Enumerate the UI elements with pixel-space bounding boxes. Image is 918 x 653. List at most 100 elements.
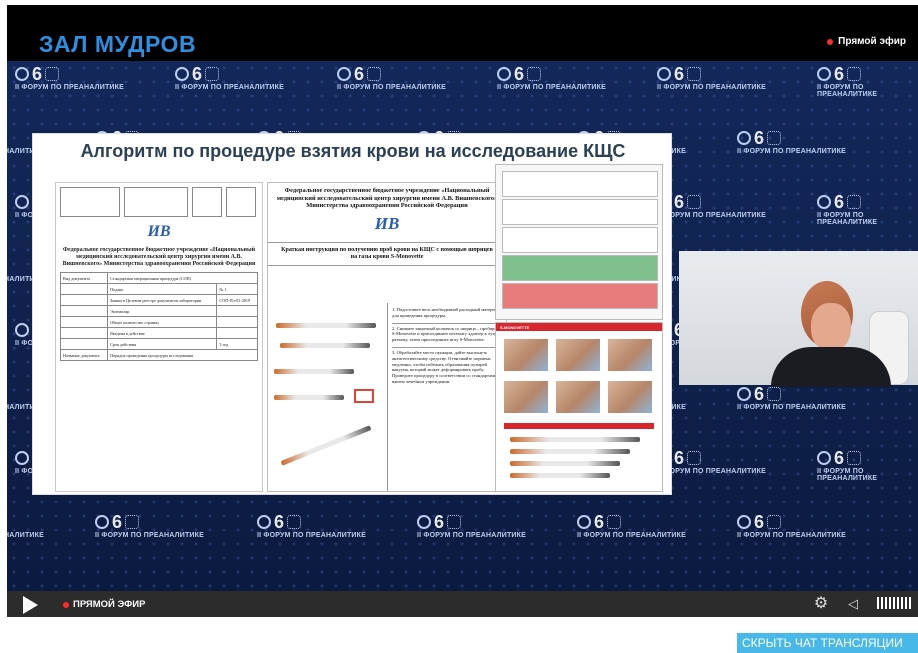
ornament-icon bbox=[687, 195, 702, 209]
emblem-icon bbox=[417, 515, 431, 529]
volume-slider[interactable] bbox=[877, 597, 911, 609]
ornament-icon bbox=[767, 131, 782, 145]
table-cell bbox=[59, 283, 109, 295]
congress-number: 6 bbox=[354, 64, 365, 84]
chart-row-red bbox=[502, 283, 658, 309]
instruction-illustrations bbox=[268, 303, 388, 491]
live-dot-icon bbox=[63, 601, 69, 608]
congress-logo-tile: 6II ФОРУМ ПО ПРЕАНАЛИТИКЕ bbox=[15, 64, 124, 91]
procedure-photo bbox=[556, 339, 600, 371]
emblem-icon bbox=[817, 451, 831, 465]
hide-chat-button[interactable]: СКРЫТЬ ЧАТ ТРАНСЛЯЦИИ bbox=[737, 633, 918, 653]
emblem-icon bbox=[817, 67, 831, 81]
table-cell bbox=[59, 327, 109, 339]
congress-number: 6 bbox=[32, 64, 43, 84]
table-row: Срок действия 3 год bbox=[59, 338, 258, 350]
congress-number: 6 bbox=[514, 64, 525, 84]
table-cell: Стандартная операционная процедура (СОП) bbox=[107, 272, 258, 284]
chart-row bbox=[502, 199, 658, 225]
congress-logo-tile: 6II ФОРУМ ПО ПРЕАНАЛИТИКЕ bbox=[737, 512, 846, 539]
syringe-illustration bbox=[280, 343, 370, 348]
s-monovette-leaflet: S-MONOVETTE bbox=[495, 322, 663, 492]
instruction-step: 1. Подготовьте весь необходимый расходны… bbox=[392, 305, 504, 324]
play-icon[interactable] bbox=[23, 596, 38, 614]
ornament-icon bbox=[527, 67, 542, 81]
instruction-logo: ИВ bbox=[374, 213, 400, 233]
congress-logo-tile: 6II ФОРУМ ПО ПРЕАНАЛИТИКЕ bbox=[657, 65, 766, 91]
live-indicator-top: Прямой эфир bbox=[827, 36, 906, 47]
procedure-photo bbox=[608, 339, 652, 371]
gear-icon[interactable]: ⚙ bbox=[813, 596, 829, 612]
live-indicator-bottom: ПРЯМОЙ ЭФИР bbox=[63, 599, 145, 610]
forum-label: II ФОРУМ ПО ПРЕАНАЛИТИКЕ bbox=[7, 532, 44, 539]
instruction-step: 2. Снимите защитный колпачок со шприца –… bbox=[392, 324, 504, 348]
table-cell: Заявка в Целевом реестре документов лабо… bbox=[107, 294, 218, 306]
ornament-icon bbox=[45, 67, 60, 81]
congress-number: 6 bbox=[674, 448, 685, 468]
instruction-text: 1. Подготовьте весь необходимый расходны… bbox=[388, 303, 508, 491]
slide-title: Алгоритм по процедуре взятия крови на ис… bbox=[80, 141, 626, 161]
table-row: Общее количество страниц bbox=[59, 316, 258, 328]
congress-logo-tile: 6II ФОРУМ ПО ПРЕАНАЛИТИКЕ bbox=[817, 449, 918, 482]
table-cell: СОП-Пл-01-2019 bbox=[216, 294, 258, 306]
congress-logo-tile: 6II ФОРУМ ПО ПРЕАНАЛИТИКЕ bbox=[817, 192, 918, 226]
congress-number: 6 bbox=[674, 192, 685, 212]
table-cell: Введена в действие bbox=[107, 327, 218, 339]
ornament-icon bbox=[287, 515, 302, 529]
chart-row-green bbox=[502, 255, 658, 281]
speaker-face bbox=[811, 303, 851, 351]
table-cell: Срок действия bbox=[107, 338, 218, 350]
congress-number: 6 bbox=[834, 192, 845, 212]
syringe-illustration bbox=[510, 437, 640, 442]
congress-number: 6 bbox=[754, 512, 765, 532]
congress-logo-tile: 6II ФОРУМ ПО ПРЕАНАЛИТИКЕ bbox=[737, 128, 846, 155]
syringe-illustration bbox=[274, 395, 344, 400]
ornament-icon bbox=[687, 451, 702, 465]
congress-logo-tile: 6II ФОРУМ ПО ПРЕАНАЛИТИКЕ bbox=[7, 515, 44, 539]
emblem-icon bbox=[15, 323, 29, 337]
sop-table: Вид документа Стандартная операционная пр… bbox=[59, 272, 258, 361]
speaker-video bbox=[679, 251, 918, 387]
forum-label: II ФОРУМ ПО ПРЕАНАЛИТИКЕ bbox=[817, 84, 878, 98]
congress-number: 6 bbox=[754, 128, 765, 148]
forum-label: II ФОРУМ ПО ПРЕАНАЛИТИКЕ bbox=[657, 468, 766, 475]
emblem-icon bbox=[95, 515, 109, 529]
instruction-title: Краткая инструкция по получению проб кро… bbox=[268, 241, 506, 266]
table-cell: Экземпляр bbox=[107, 305, 218, 317]
congress-logo-tile: 6II ФОРУМ ПО ПРЕАНАЛИТИКЕ bbox=[417, 512, 526, 539]
table-cell: Подано bbox=[107, 283, 218, 295]
video-player[interactable]: ЗАЛ МУДРОВ Прямой эфир 6 II ФОРУМ ПО ПРЕА… bbox=[7, 5, 918, 617]
emblem-icon bbox=[15, 195, 29, 209]
chart-row bbox=[502, 227, 658, 253]
sop-institution: Федеральное государственное бюджетное уч… bbox=[62, 247, 256, 267]
emblem-icon bbox=[257, 515, 271, 529]
ornament-icon bbox=[767, 515, 782, 529]
forum-label: II ФОРУМ ПО ПРЕАНАЛИТИКЕ bbox=[657, 212, 766, 219]
emblem-icon bbox=[737, 387, 751, 401]
congress-logo-tile: 6II ФОРУМ ПО ПРЕАНАЛИТИКЕ bbox=[577, 513, 686, 539]
emblem-icon bbox=[175, 67, 189, 81]
syringe-illustration bbox=[510, 461, 620, 466]
table-row: Подано № 1 bbox=[59, 283, 258, 295]
live-dot-icon bbox=[827, 38, 834, 45]
congress-number: 6 bbox=[434, 512, 445, 532]
forum-label: II ФОРУМ ПО ПРЕАНАЛИТИКЕ bbox=[417, 532, 526, 539]
congress-number: 6 bbox=[274, 512, 285, 532]
congress-number: 6 bbox=[754, 384, 765, 404]
syringe-illustration bbox=[510, 473, 610, 478]
syringe-illustration bbox=[274, 369, 354, 374]
table-cell bbox=[216, 327, 258, 339]
congress-logo-tile: 6II ФОРУМ ПО ПРЕАНАЛИТИКЕ bbox=[497, 64, 606, 91]
congress-logo-tile: 6II ФОРУМ ПО ПРЕАНАЛИТИКЕ bbox=[257, 512, 366, 539]
table-cell bbox=[59, 294, 109, 306]
player-controls: ПРЯМОЙ ЭФИР ⚙ ◁ bbox=[7, 591, 918, 617]
ornament-icon bbox=[847, 195, 862, 209]
ornament-icon bbox=[687, 67, 702, 81]
emblem-icon bbox=[577, 515, 591, 529]
emblem-icon bbox=[15, 67, 29, 81]
syringe-illustration bbox=[276, 323, 376, 328]
volume-icon[interactable]: ◁ bbox=[848, 596, 858, 612]
forum-label: II ФОРУМ ПО ПРЕАНАЛИТИКЕ bbox=[657, 84, 766, 91]
table-cell bbox=[59, 338, 109, 350]
comparison-chart-document bbox=[495, 164, 663, 320]
